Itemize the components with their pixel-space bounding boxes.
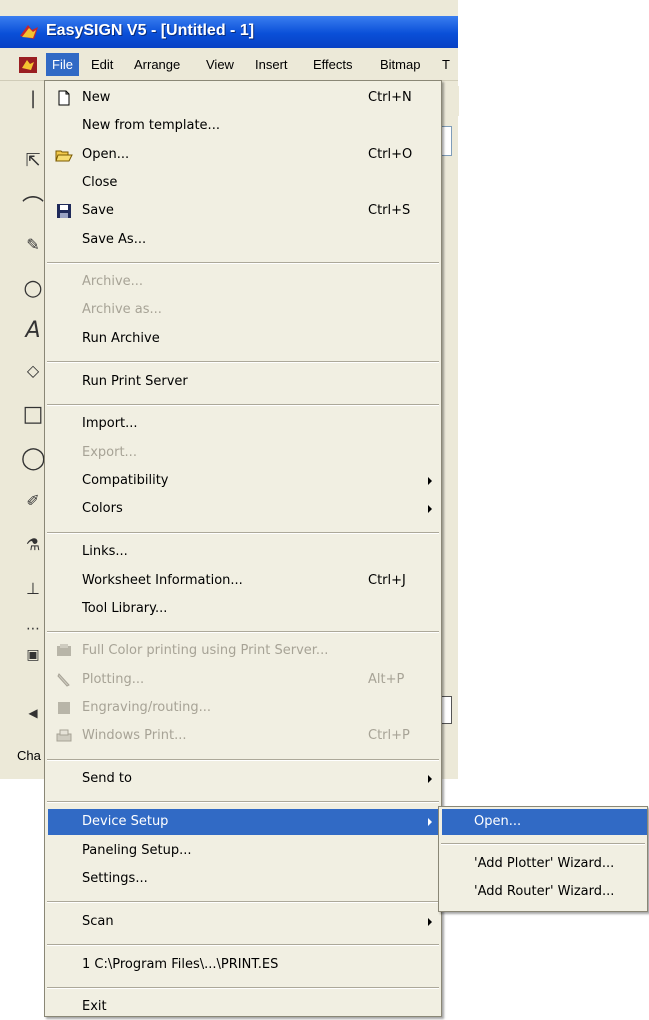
submenu-arrow-icon: [428, 918, 432, 926]
menu-item-links[interactable]: Links...: [48, 539, 438, 565]
status-text: Cha: [17, 748, 41, 763]
menu-item-new-from-template[interactable]: New from template...: [48, 113, 438, 139]
menu-separator: [47, 361, 439, 363]
fill-tool-icon[interactable]: ⚗: [21, 532, 45, 558]
printer-icon: [56, 729, 72, 742]
menu-item-save[interactable]: Save Ctrl+S: [48, 198, 438, 224]
submenu-item-add-router-wizard[interactable]: 'Add Router' Wizard...: [442, 879, 644, 905]
bezier-tool-icon[interactable]: ⌒: [21, 196, 45, 222]
save-disk-icon: [57, 204, 71, 218]
color-tool-icon[interactable]: ✐: [21, 488, 45, 514]
menu-item-new[interactable]: New Ctrl+N: [48, 85, 438, 111]
menu-separator: [47, 532, 439, 534]
text-tool-icon[interactable]: A: [21, 318, 45, 344]
menu-separator: [47, 759, 439, 761]
menu-t-truncated[interactable]: T: [442, 57, 450, 72]
full-color-print-icon: [57, 644, 71, 656]
menu-file[interactable]: File: [46, 53, 79, 76]
menu-item-run-archive[interactable]: Run Archive: [48, 326, 438, 352]
new-document-icon: [58, 90, 70, 106]
menu-item-exit[interactable]: Exit: [48, 994, 438, 1020]
toolbar-fragment: [440, 86, 459, 116]
brush-tool-icon[interactable]: ✎: [21, 232, 45, 258]
menu-item-save-as[interactable]: Save As...: [48, 227, 438, 253]
menu-item-colors[interactable]: Colors: [48, 496, 438, 522]
menu-item-paneling-setup[interactable]: Paneling Setup...: [48, 838, 438, 864]
document-system-icon[interactable]: [18, 56, 38, 74]
scroll-left-icon[interactable]: ◀: [21, 700, 45, 726]
menu-item-archive-as: Archive as...: [82, 302, 162, 317]
plotter-knife-icon: [57, 673, 70, 687]
menu-item-settings[interactable]: Settings...: [48, 866, 438, 892]
circle-tool-icon[interactable]: ○: [21, 276, 45, 302]
menu-view[interactable]: View: [206, 57, 234, 72]
menu-item-worksheet-information[interactable]: Worksheet Information... Ctrl+J: [48, 568, 438, 594]
menu-item-open[interactable]: Open... Ctrl+O: [48, 142, 438, 168]
menu-item-archive: Archive...: [82, 274, 144, 289]
menu-insert[interactable]: Insert: [255, 57, 288, 72]
menu-item-device-setup[interactable]: Device Setup: [48, 809, 438, 835]
menu-bitmap[interactable]: Bitmap: [380, 57, 420, 72]
submenu-arrow-icon: [428, 505, 432, 513]
submenu-arrow-icon: [428, 477, 432, 485]
menu-item-close[interactable]: Close: [48, 170, 438, 196]
dimension-tool-icon[interactable]: ⋯: [21, 616, 45, 642]
menu-separator: [47, 404, 439, 406]
engraving-icon: [58, 702, 70, 714]
menu-item-full-color-printing: Full Color printing using Print Server..…: [48, 638, 438, 664]
menu-item-export: Export...: [82, 445, 137, 460]
menu-effects[interactable]: Effects: [313, 57, 353, 72]
menu-item-tool-library[interactable]: Tool Library...: [48, 596, 438, 622]
file-menu: New Ctrl+N New from template... Open... …: [44, 80, 442, 1017]
submenu-arrow-icon: [428, 818, 432, 826]
ellipse-tool-icon[interactable]: ◯: [21, 446, 46, 472]
menu-bar: File Edit Arrange View Insert Effects Bi…: [0, 50, 458, 81]
menu-arrange[interactable]: Arrange: [134, 57, 180, 72]
menu-item-plotting: Plotting... Alt+P: [48, 667, 438, 693]
menu-item-compatibility[interactable]: Compatibility: [48, 468, 438, 494]
easysign-app-icon: [20, 25, 38, 39]
menu-item-send-to[interactable]: Send to: [48, 766, 438, 792]
submenu-item-open[interactable]: Open...: [442, 809, 647, 835]
device-setup-submenu: Open... 'Add Plotter' Wizard... 'Add Rou…: [438, 806, 648, 912]
window-title: EasySIGN V5 - [Untitled - 1]: [46, 22, 255, 39]
shape-tool-icon[interactable]: ◇: [21, 358, 45, 384]
menu-item-windows-print: Windows Print... Ctrl+P: [48, 723, 438, 749]
menu-separator: [441, 843, 645, 845]
output-tool-icon[interactable]: ▣: [21, 642, 45, 668]
submenu-item-add-plotter-wizard[interactable]: 'Add Plotter' Wizard...: [442, 851, 644, 877]
menu-separator: [47, 262, 439, 264]
submenu-arrow-icon: [428, 775, 432, 783]
measure-tool-icon[interactable]: ⊥: [21, 576, 45, 602]
menu-separator: [47, 801, 439, 803]
menu-separator: [47, 944, 439, 946]
title-bar[interactable]: EasySIGN V5 - [Untitled - 1]: [0, 16, 458, 48]
rectangle-tool-icon[interactable]: □: [21, 402, 45, 428]
menu-separator: [47, 987, 439, 989]
menu-item-import[interactable]: Import...: [48, 411, 438, 437]
open-folder-icon: [55, 150, 73, 162]
left-toolbox: | ⇱ ⌒ ✎ ○ A ◇ □ ◯ ✐ ⚗ ⊥ ⋯ ▣ ◀: [17, 86, 47, 776]
menu-item-engraving-routing: Engraving/routing...: [48, 695, 438, 721]
menu-separator: [47, 631, 439, 633]
menu-separator: [47, 901, 439, 903]
menu-item-run-print-server[interactable]: Run Print Server: [48, 369, 438, 395]
toolbar-grip-icon: |: [29, 88, 37, 109]
menu-edit[interactable]: Edit: [91, 57, 113, 72]
menu-item-scan[interactable]: Scan: [48, 909, 438, 935]
pointer-tool-icon[interactable]: ⇱: [21, 148, 45, 174]
menu-item-recent-file-1[interactable]: 1 C:\Program Files\...\PRINT.ES: [48, 952, 438, 978]
